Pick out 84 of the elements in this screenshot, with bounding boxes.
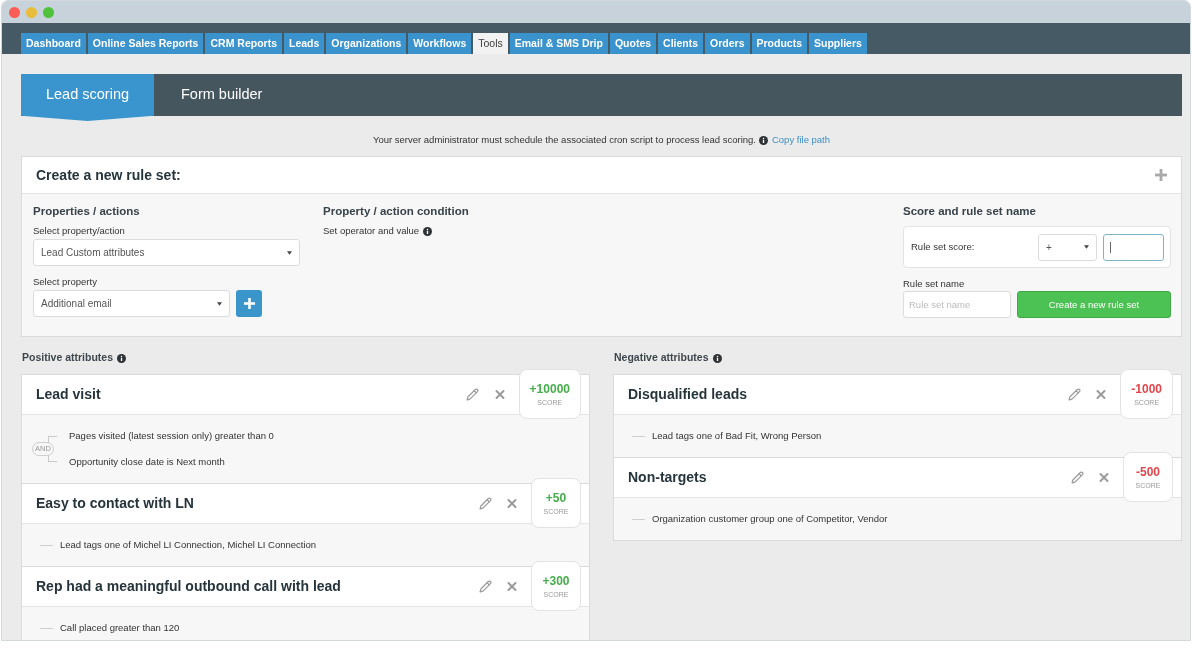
nav-tab[interactable]: Dashboard (21, 33, 86, 54)
pencil-icon (478, 497, 492, 510)
condition-text: Pages visited (latest session only) greater than 0 (69, 430, 274, 442)
pencil-icon (1070, 471, 1084, 484)
nav-tab[interactable]: Orders (705, 33, 750, 54)
leader-line (40, 627, 53, 629)
section-heading: Negative attributes (614, 350, 709, 366)
close-icon (505, 496, 519, 511)
window-zoom-icon[interactable] (43, 6, 54, 18)
edit-button[interactable] (1070, 470, 1084, 485)
score-value: -500 (1136, 464, 1160, 479)
column-heading: Property / action condition (323, 204, 470, 220)
condition-text: Lead tags one of Michel LI Connection, Michel LI Connection (60, 539, 317, 551)
caret-icon (287, 250, 292, 255)
field-label: Select property (33, 276, 98, 289)
delete-button[interactable] (505, 496, 519, 511)
pencil-icon (466, 388, 480, 401)
field-label: Select property/action (33, 225, 126, 238)
edit-button[interactable] (478, 496, 492, 511)
nav-tab[interactable]: Tools (473, 33, 508, 54)
info-icon (758, 135, 768, 145)
add-button[interactable] (236, 290, 262, 318)
pencil-icon (1067, 388, 1081, 401)
nav-tab[interactable]: Quotes (609, 33, 657, 54)
delete-button[interactable] (505, 579, 519, 594)
edit-button[interactable] (465, 387, 480, 402)
nav-tab[interactable]: Workflows (408, 33, 472, 54)
score-value: +300 (542, 573, 570, 588)
condition-text: Call placed greater than 120 (60, 622, 180, 634)
window-close-icon[interactable] (9, 6, 20, 18)
edit-button[interactable] (478, 579, 492, 594)
nav-tab[interactable]: Organizations (326, 33, 407, 54)
caret-icon (217, 301, 222, 306)
plus-icon (243, 298, 255, 310)
section-heading: Positive attributes (22, 350, 114, 366)
column-heading: Properties / actions (33, 204, 141, 220)
nav-tab[interactable]: CRM Reports (205, 33, 282, 54)
plus-icon (1155, 169, 1167, 182)
score-value: +10000 (529, 381, 570, 396)
caret-icon (1084, 245, 1089, 250)
close-icon (505, 579, 519, 594)
score-input[interactable] (1103, 233, 1164, 261)
leader-line (632, 435, 645, 437)
field-label: Rule set score: (911, 240, 976, 255)
leader-line (632, 518, 645, 520)
select-field[interactable]: Additional email (33, 290, 230, 318)
rule-set-name-input[interactable]: Rule set name (903, 291, 1011, 319)
field-label: Rule set name (903, 278, 966, 291)
hint-text: Set operator and value (323, 225, 420, 238)
column-heading: Score and rule set name (903, 204, 1037, 220)
condition-text: Organization customer group one of Competitor, Vendor (652, 513, 888, 525)
nav-tab[interactable]: Products (751, 33, 808, 54)
rule-title: Rep had a meaningful outbound call with lead (36, 577, 342, 596)
notice-text: Your server administrator must schedule the associated cron script to process lead scoring. (372, 133, 756, 147)
nav-tab[interactable]: Online Sales Reports (87, 33, 204, 54)
nav-tab[interactable]: Clients (658, 33, 704, 54)
rule-set-title: Create a new rule set: (36, 165, 181, 185)
info-icon (117, 353, 127, 363)
rule-title: Easy to contact with LN (36, 494, 195, 513)
leader-line (40, 544, 53, 546)
nav-tab[interactable]: Leads (284, 33, 325, 54)
rule-title: Disqualified leads (628, 385, 749, 404)
info-icon (712, 353, 722, 363)
score-value: +50 (545, 490, 567, 505)
nav-tab[interactable]: Email & SMS Drip (509, 33, 608, 54)
info-icon (423, 226, 433, 236)
copy-file-path-link[interactable]: Copy file path (771, 133, 831, 148)
score-value: -1000 (1131, 381, 1162, 396)
sign-select[interactable]: + (1038, 233, 1097, 261)
delete-button[interactable] (1097, 470, 1111, 485)
nav-tab[interactable]: Suppliers (809, 33, 867, 54)
pencil-icon (478, 580, 492, 593)
sub-tab[interactable]: Lead scoring (21, 74, 154, 121)
edit-button[interactable] (1067, 387, 1082, 402)
condition-text: Opportunity close date is Next month (69, 456, 226, 468)
rule-title: Non-targets (628, 468, 708, 487)
create-rule-set-button[interactable]: Create a new rule set (1017, 291, 1171, 319)
condition-text: Lead tags one of Bad Fit, Wrong Person (652, 430, 822, 442)
text-cursor (1110, 241, 1111, 253)
expand-button[interactable] (1155, 169, 1167, 182)
close-icon (1097, 470, 1111, 485)
select-field[interactable]: Lead Custom attributes (33, 239, 300, 267)
sub-tab[interactable]: Form builder (154, 74, 290, 116)
rule-title: Lead visit (36, 385, 102, 404)
